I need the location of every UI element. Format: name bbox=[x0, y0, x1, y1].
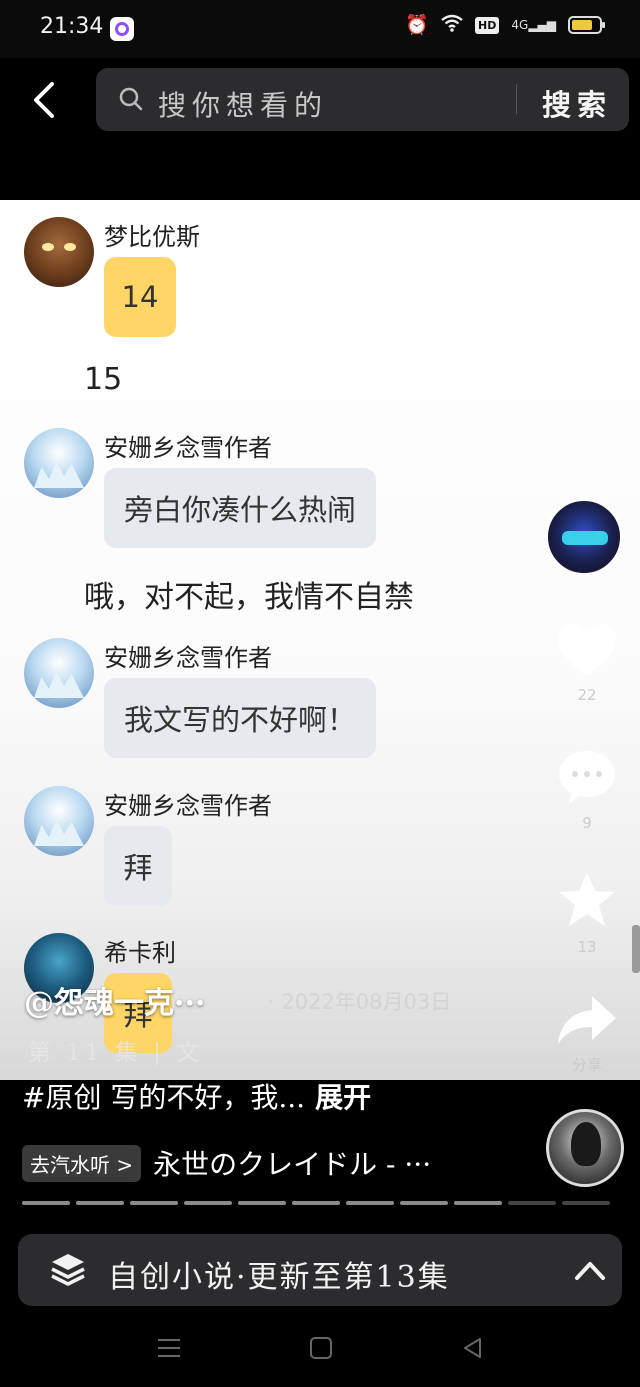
progress-segment bbox=[238, 1201, 286, 1205]
narration-text: 哦，对不起，我情不自禁 bbox=[84, 580, 414, 615]
app-notification-icon bbox=[110, 17, 134, 41]
star-icon bbox=[559, 872, 615, 926]
hd-badge: HD bbox=[475, 16, 500, 34]
chat-bubble: 我文写的不好啊！ bbox=[104, 678, 377, 758]
signal-icon: 4G▂▄▆ bbox=[511, 18, 556, 32]
back-nav-icon[interactable] bbox=[460, 1336, 486, 1360]
back-button[interactable] bbox=[26, 78, 66, 122]
like-count: 22 bbox=[577, 686, 597, 704]
expand-button[interactable]: 展开 bbox=[315, 1081, 371, 1114]
search-divider bbox=[516, 84, 517, 114]
layers-icon bbox=[51, 1254, 85, 1286]
favorite-count: 13 bbox=[577, 938, 597, 956]
episode-label: 第 11 集 | 文 bbox=[28, 1040, 204, 1066]
chat-sender-name: 安姗乡念雪作者 bbox=[104, 792, 272, 820]
share-button[interactable]: 分享 bbox=[542, 994, 632, 1075]
narration-text: 15 bbox=[84, 362, 123, 397]
search-placeholder: 搜你想看的 bbox=[158, 89, 329, 122]
share-arrow-icon bbox=[558, 996, 616, 1044]
description-text: #原创 写的不好，我... bbox=[22, 1081, 306, 1114]
music-title[interactable]: 永世のクレイドル - ··· bbox=[153, 1143, 431, 1183]
menu-nav-icon[interactable] bbox=[156, 1336, 182, 1360]
video-description: #原创 写的不好，我... 展开 bbox=[22, 1076, 371, 1116]
chat-sender-name: 梦比优斯 bbox=[104, 223, 200, 251]
search-header: 搜你想看的 搜索 bbox=[0, 58, 640, 200]
search-button[interactable]: 搜索 bbox=[542, 82, 612, 124]
scrollbar[interactable] bbox=[632, 925, 640, 973]
progress-segment bbox=[508, 1201, 556, 1205]
music-row: 去汽水听 > 永世のクレイドル - ··· bbox=[22, 1143, 431, 1183]
system-nav-bar bbox=[0, 1306, 640, 1387]
battery-icon bbox=[568, 16, 605, 34]
chat-bubble: 拜 bbox=[104, 826, 172, 906]
progress-segment bbox=[454, 1201, 502, 1205]
wifi-icon bbox=[441, 14, 463, 36]
chat-sender-name: 希卡利 bbox=[104, 939, 176, 967]
signal-label: 4G bbox=[511, 18, 529, 32]
favorite-button[interactable]: 13 bbox=[542, 870, 632, 956]
battery-fill bbox=[572, 20, 592, 30]
open-music-app-button[interactable]: 去汽水听 > bbox=[22, 1144, 142, 1182]
progress-segment bbox=[400, 1201, 448, 1205]
status-icons: ⏰ HD 4G▂▄▆ bbox=[405, 13, 605, 36]
progress-segment bbox=[562, 1201, 610, 1205]
alarm-icon: ⏰ bbox=[405, 13, 430, 36]
publish-date: · 2022年08月03日 bbox=[268, 990, 452, 1014]
author-name[interactable]: @怨魂一克··· bbox=[24, 978, 205, 1022]
status-time: 21:34 bbox=[40, 14, 104, 39]
progress-segment bbox=[130, 1201, 178, 1205]
heart-icon bbox=[558, 624, 616, 676]
avatar bbox=[24, 217, 94, 287]
search-input[interactable]: 搜你想看的 搜索 bbox=[96, 68, 629, 131]
chevron-up-icon[interactable] bbox=[574, 1256, 606, 1284]
creator-avatar[interactable] bbox=[545, 498, 623, 576]
avatar bbox=[24, 786, 94, 856]
status-bar: 21:34 ⏰ HD 4G▂▄▆ bbox=[0, 0, 640, 58]
comment-bubble-icon bbox=[559, 751, 615, 803]
chat-sender-name: 安姗乡念雪作者 bbox=[104, 434, 272, 462]
collection-bar[interactable]: 自创小说·更新至第13集 bbox=[18, 1234, 622, 1306]
playlist-progress bbox=[22, 1201, 610, 1205]
progress-segment bbox=[76, 1201, 124, 1205]
chat-bubble: 旁白你凑什么热闹 bbox=[104, 468, 377, 548]
progress-segment bbox=[184, 1201, 232, 1205]
share-label: 分享 bbox=[571, 1056, 602, 1074]
home-nav-icon[interactable] bbox=[308, 1336, 334, 1360]
progress-segment bbox=[346, 1201, 394, 1205]
chat-sender-name: 安姗乡念雪作者 bbox=[104, 644, 272, 672]
avatar bbox=[24, 638, 94, 708]
comment-button[interactable]: 9 bbox=[542, 748, 632, 832]
back-arrow-icon bbox=[34, 82, 54, 118]
progress-segment bbox=[22, 1201, 70, 1205]
search-icon bbox=[119, 87, 143, 111]
progress-segment bbox=[292, 1201, 340, 1205]
comment-count: 9 bbox=[582, 814, 592, 832]
avatar bbox=[24, 428, 94, 498]
chat-bubble: 14 bbox=[104, 257, 176, 337]
music-disc-avatar[interactable] bbox=[546, 1109, 624, 1187]
collection-label: 自创小说·更新至第13集 bbox=[108, 1260, 450, 1295]
like-button[interactable]: 22 bbox=[542, 622, 632, 704]
